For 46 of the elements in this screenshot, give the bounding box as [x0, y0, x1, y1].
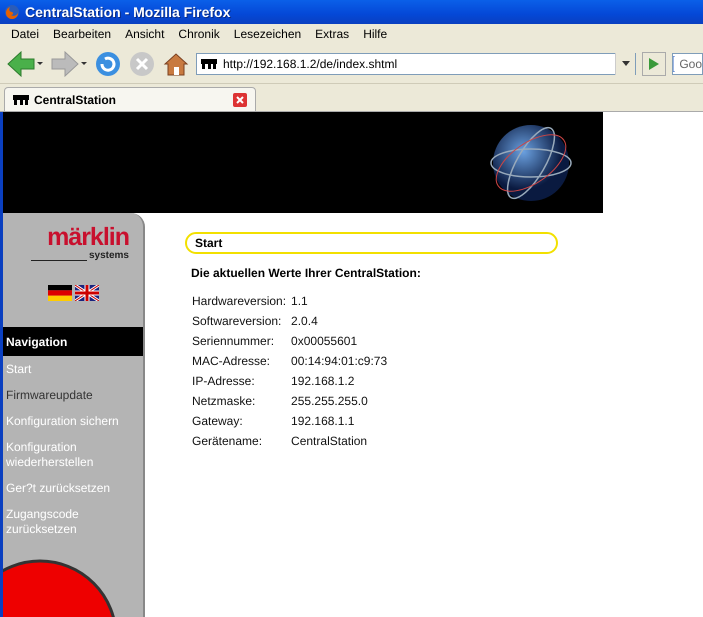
british-flag-icon[interactable]: [74, 285, 98, 301]
info-label: Gateway:: [192, 414, 244, 429]
site-icon: [13, 94, 29, 104]
info-value: 192.168.1.1: [291, 414, 356, 429]
info-label: Netzmaske:: [192, 394, 256, 409]
reload-icon[interactable]: [94, 50, 122, 78]
back-icon[interactable]: [6, 48, 44, 78]
section-title: Start: [185, 232, 558, 254]
menu-item[interactable]: Lesezeichen: [226, 27, 308, 41]
info-label: Hardwareversion:: [192, 294, 286, 309]
forward-icon[interactable]: [50, 48, 88, 78]
intro-text: Die aktuellen Werte Ihrer CentralStation:: [191, 266, 422, 280]
info-label: Softwareversion:: [192, 314, 282, 329]
menu-item[interactable]: Chronik: [171, 27, 227, 41]
site-icon: [201, 58, 217, 68]
info-value: 192.168.1.2: [291, 374, 356, 389]
firefox-icon: [4, 4, 20, 20]
menu-item[interactable]: Datei: [4, 27, 46, 41]
info-value: 2.0.4: [291, 314, 319, 329]
menu-item[interactable]: Hilfe: [356, 27, 394, 41]
menu-item[interactable]: Extras: [308, 27, 356, 41]
play-arrow-icon: [649, 58, 659, 70]
browser-tab[interactable]: CentralStation: [4, 87, 256, 111]
go-button[interactable]: [642, 52, 666, 76]
search-field[interactable]: Goo: [672, 52, 703, 74]
address-field[interactable]: http://192.168.1.2/de/index.shtml: [196, 52, 636, 74]
menu-item[interactable]: Ansicht: [118, 27, 172, 41]
nav-link[interactable]: Firmwareupdate: [3, 382, 143, 408]
brand-logo: märklin: [47, 225, 129, 250]
info-value: CentralStation: [291, 434, 368, 449]
navigation-heading: Navigation: [3, 327, 143, 356]
info-value: 0x00055601: [291, 334, 358, 349]
info-label: MAC-Adresse:: [192, 354, 272, 369]
logo-subtitle: systems: [30, 250, 129, 261]
logo-underline: [30, 260, 87, 261]
info-value: 255.255.255.0: [291, 394, 369, 409]
info-value: 1.1: [291, 294, 309, 309]
info-label: IP-Adresse:: [192, 374, 256, 389]
info-value: 00:14:94:01:c9:73: [291, 354, 388, 369]
close-icon[interactable]: [233, 92, 247, 106]
caret-icon: [622, 61, 630, 66]
info-label: Seriennummer:: [192, 334, 276, 349]
window-title: CentralStation - Mozilla Firefox: [25, 4, 230, 20]
german-flag-icon[interactable]: [48, 285, 72, 301]
info-label: Gerätename:: [192, 434, 264, 449]
menu-item[interactable]: Bearbeiten: [46, 27, 118, 41]
